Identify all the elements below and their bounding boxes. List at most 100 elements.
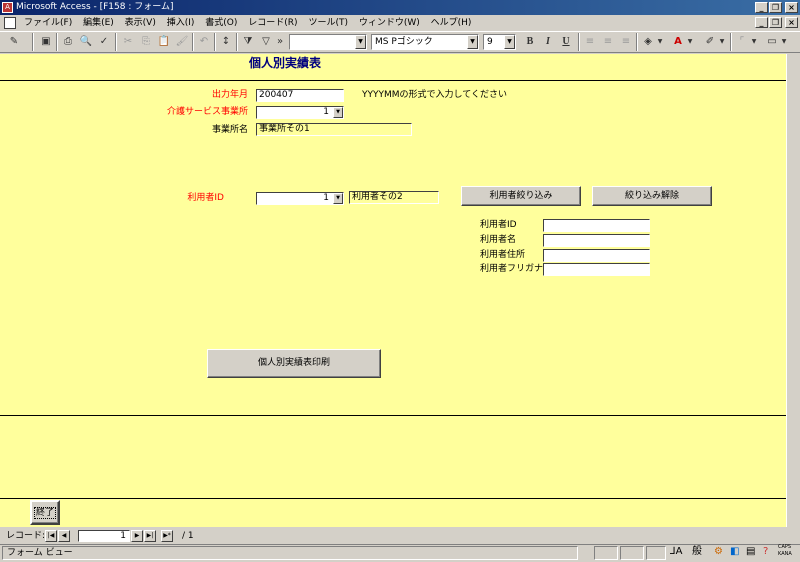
print-report-button[interactable]: 個人別実績表印刷 <box>207 349 381 378</box>
toolbar-separator <box>56 33 58 51</box>
ime-dictionary-icon[interactable]: ◧ <box>730 546 739 558</box>
menu-file[interactable]: ファイル(F) <box>20 15 76 31</box>
new-record-icon[interactable]: ▶* <box>161 530 173 542</box>
ime-tool-icon[interactable]: ⚙ <box>714 546 723 558</box>
chevron-down-icon[interactable]: ▼ <box>750 34 758 50</box>
print-preview-icon[interactable]: 🔍 <box>78 34 94 50</box>
chevron-down-icon[interactable]: ▼ <box>333 193 343 204</box>
user-id-label: 利用者ID <box>187 193 224 203</box>
menu-insert[interactable]: 挿入(I) <box>163 15 199 31</box>
menu-edit[interactable]: 編集(E) <box>79 15 118 31</box>
status-panel <box>620 546 644 560</box>
filter-icon[interactable]: ▽ <box>258 34 274 50</box>
chevron-down-icon[interactable]: ▼ <box>656 34 664 50</box>
sort-icon[interactable]: ↕ <box>218 34 234 50</box>
detail-user-name-field[interactable] <box>543 234 650 247</box>
record-label: レコード: <box>6 531 46 541</box>
last-record-icon[interactable]: ▶| <box>144 530 156 542</box>
detail-user-address-label: 利用者住所 <box>480 250 526 260</box>
menu-view[interactable]: 表示(V) <box>121 15 160 31</box>
menu-list: ファイル(F) 編集(E) 表示(V) 挿入(I) 書式(O) レコード(R) … <box>20 15 475 31</box>
detail-user-kana-field[interactable] <box>543 263 650 276</box>
italic-button[interactable]: I <box>540 34 556 50</box>
restore-button[interactable]: ❐ <box>769 2 782 13</box>
service-office-label: 介護サービス事業所 <box>166 107 248 117</box>
ime-help-icon[interactable]: ? <box>763 546 768 558</box>
object-combo[interactable]: ▼ <box>289 34 367 50</box>
chevron-down-icon[interactable]: ▼ <box>686 34 694 50</box>
paste-icon[interactable]: 📋 <box>156 34 172 50</box>
chevron-down-icon[interactable]: ▼ <box>718 34 726 50</box>
output-month-input[interactable]: 200407 <box>256 89 344 102</box>
first-record-icon[interactable]: |◀ <box>45 530 57 542</box>
access-app-icon[interactable]: A <box>2 2 13 13</box>
filter-users-button[interactable]: 利用者絞り込み <box>461 186 581 206</box>
special-effect-icon[interactable]: ⌜ <box>734 34 750 50</box>
filter-by-selection-icon[interactable]: ⧩ <box>240 34 256 50</box>
border-width-icon[interactable]: ▭ <box>764 34 780 50</box>
output-month-hint: YYYYMMの形式で入力してください <box>362 90 507 100</box>
window-title-bar[interactable]: Microsoft Access - [F158 : フォーム] <box>0 0 800 15</box>
print-icon[interactable]: ⎙ <box>60 34 76 50</box>
user-id-combo[interactable]: 1 ▼ <box>256 192 344 205</box>
underline-button[interactable]: U <box>558 34 574 50</box>
menu-window[interactable]: ウィンドウ(W) <box>355 15 424 31</box>
ime-input-mode[interactable]: 般 <box>692 546 702 558</box>
next-record-icon[interactable]: ▶ <box>131 530 143 542</box>
doc-close-button[interactable]: × <box>785 17 798 28</box>
toolbar-separator <box>236 33 238 51</box>
service-office-combo[interactable]: 1 ▼ <box>256 106 344 119</box>
form-title: 個人別実績表 <box>249 56 322 70</box>
close-button[interactable]: × <box>785 2 798 13</box>
previous-record-icon[interactable]: ◀ <box>58 530 70 542</box>
chevron-down-icon[interactable]: ▼ <box>780 34 788 50</box>
current-record-input[interactable]: 1 <box>78 530 130 542</box>
chevron-down-icon[interactable]: ▼ <box>467 35 478 49</box>
exit-button[interactable]: 終了 <box>30 500 60 525</box>
format-painter-icon[interactable]: 🖌 <box>174 34 190 50</box>
font-size-combo[interactable]: 9 ▼ <box>483 34 516 50</box>
align-right-icon[interactable]: ≡ <box>618 34 634 50</box>
chevron-down-icon[interactable]: ▼ <box>333 107 343 118</box>
line-color-icon[interactable]: ✐ <box>702 34 718 50</box>
ime-pad-icon[interactable]: ▤ <box>746 546 755 558</box>
align-center-icon[interactable]: ≡ <box>600 34 616 50</box>
status-panel <box>646 546 666 560</box>
caps-indicator: CAPS <box>778 544 792 550</box>
detail-user-id-field[interactable] <box>543 219 650 232</box>
toolbar-more-icon[interactable]: » <box>275 34 285 50</box>
copy-icon[interactable]: ⎘ <box>138 34 154 50</box>
toolbar-separator <box>32 33 34 51</box>
fill-color-icon[interactable]: ◈ <box>640 34 656 50</box>
window-title: Microsoft Access - [F158 : フォーム] <box>16 2 174 12</box>
cut-icon[interactable]: ✂ <box>120 34 136 50</box>
spelling-icon[interactable]: ✓ <box>96 34 112 50</box>
form-header-divider <box>0 80 786 81</box>
vertical-scrollbar[interactable] <box>786 54 800 527</box>
doc-restore-button[interactable]: ❐ <box>769 17 782 28</box>
chevron-down-icon[interactable]: ▼ <box>504 35 515 49</box>
detail-user-address-field[interactable] <box>543 249 650 262</box>
font-size-value: 9 <box>487 37 493 47</box>
doc-minimize-button[interactable]: _ <box>755 17 768 28</box>
office-name-field[interactable]: 事業所その1 <box>256 123 412 136</box>
user-name-field[interactable]: 利用者その2 <box>349 191 439 204</box>
chevron-down-icon[interactable]: ▼ <box>355 35 366 49</box>
kana-indicator: KANA <box>778 551 792 557</box>
save-icon[interactable]: ▣ <box>38 34 54 50</box>
menu-tools[interactable]: ツール(T) <box>304 15 352 31</box>
toolbar-separator <box>214 33 216 51</box>
minimize-button[interactable]: _ <box>755 2 768 13</box>
undo-icon[interactable]: ↶ <box>196 34 212 50</box>
clear-filter-button[interactable]: 絞り込み解除 <box>592 186 712 206</box>
bold-button[interactable]: B <box>522 34 538 50</box>
align-left-icon[interactable]: ≡ <box>582 34 598 50</box>
menu-format[interactable]: 書式(O) <box>201 15 241 31</box>
view-icon[interactable]: ✎ <box>6 34 22 50</box>
form-document-icon[interactable] <box>4 17 16 29</box>
font-name-combo[interactable]: MS Pゴシック ▼ <box>371 34 479 50</box>
ime-mode-icon[interactable]: ⅃A <box>670 546 682 558</box>
font-color-icon[interactable]: A <box>670 34 686 50</box>
menu-help[interactable]: ヘルプ(H) <box>427 15 476 31</box>
menu-records[interactable]: レコード(R) <box>244 15 301 31</box>
